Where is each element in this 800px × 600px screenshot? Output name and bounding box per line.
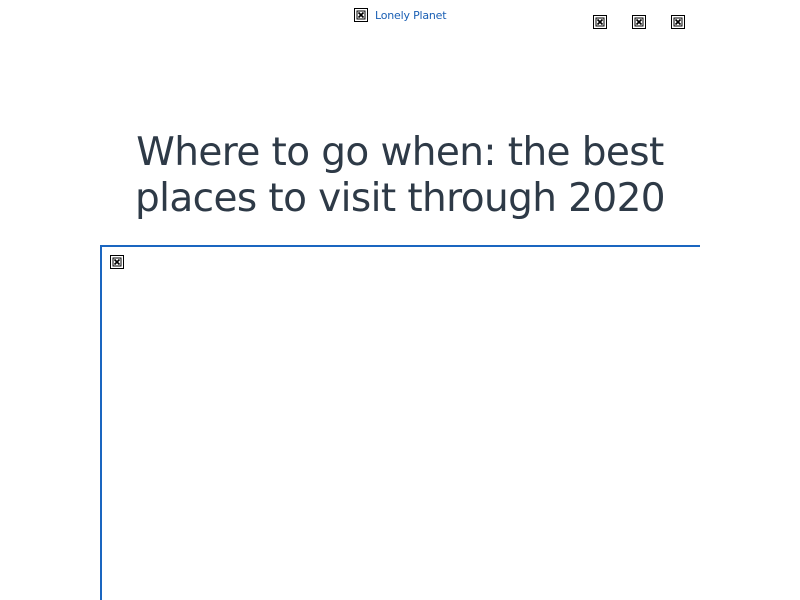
broken-image-icon <box>354 8 368 22</box>
article-title: Where to go when: the best places to vis… <box>134 130 666 221</box>
page: Lonely Planet Where to go when: the best… <box>0 0 800 600</box>
lonely-planet-logo-link[interactable]: Lonely Planet <box>354 7 447 23</box>
broken-image-icon[interactable] <box>593 15 607 29</box>
broken-image-icon[interactable] <box>671 15 685 29</box>
broken-image-icon <box>110 255 124 269</box>
brand-label[interactable]: Lonely Planet <box>375 9 447 22</box>
broken-image-icon[interactable] <box>632 15 646 29</box>
header-icon-group <box>593 15 685 29</box>
hero-image[interactable] <box>100 245 700 600</box>
